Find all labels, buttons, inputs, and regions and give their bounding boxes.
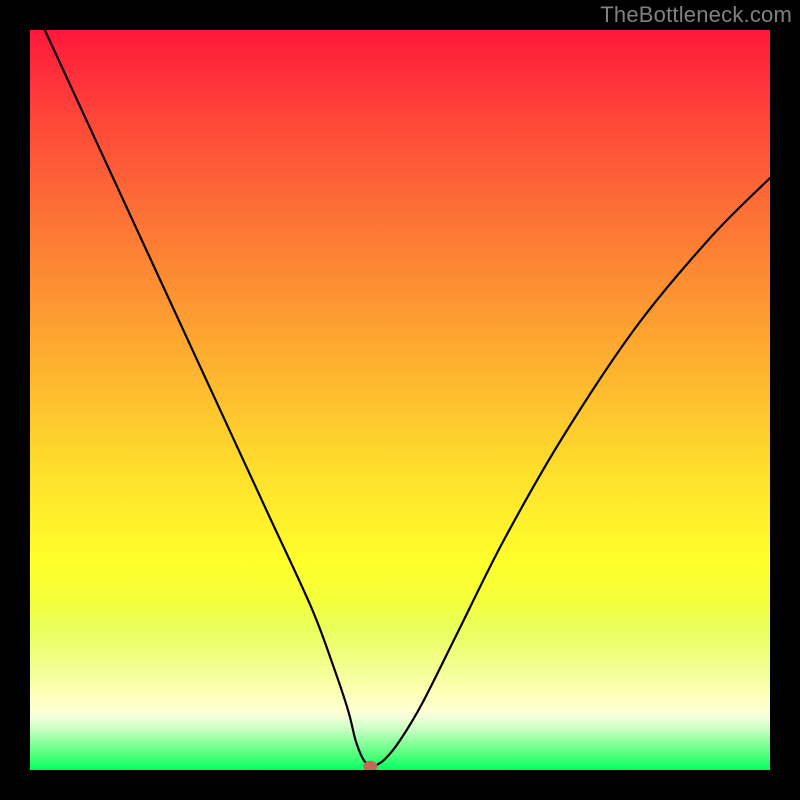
watermark-text: TheBottleneck.com [600,2,792,28]
curve-svg [30,30,770,770]
chart-frame: TheBottleneck.com [0,0,800,800]
bottleneck-curve [45,30,770,767]
plot-area [30,30,770,770]
